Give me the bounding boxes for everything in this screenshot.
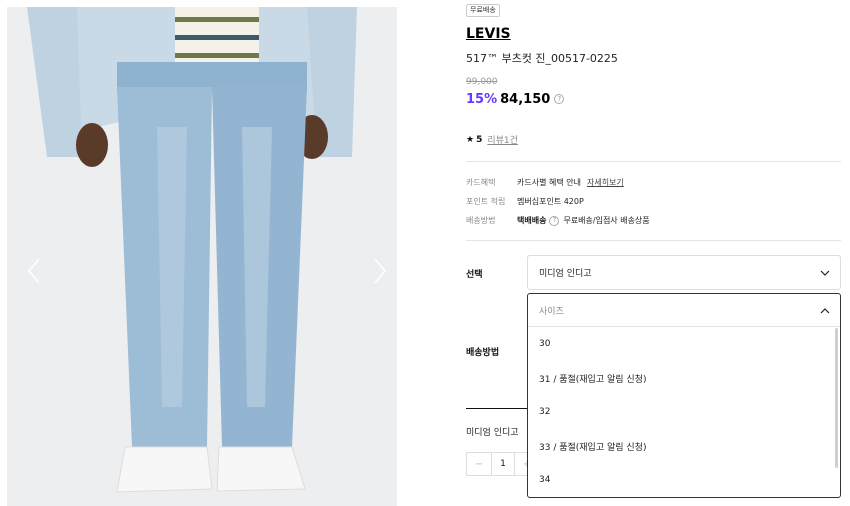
color-select-value: 미디엄 인디고 bbox=[539, 269, 592, 279]
dropdown-scrollbar[interactable] bbox=[835, 328, 838, 468]
size-option-list: 30 31 / 품절(재입고 알림 신청) 32 33 / 품절(재입고 알림 … bbox=[528, 327, 840, 497]
sale-price: 84,150 bbox=[500, 91, 551, 107]
meta-label: 카드혜택 bbox=[466, 178, 496, 187]
meta-value: 멤버십포인트 420P bbox=[517, 197, 584, 206]
product-image bbox=[7, 7, 397, 506]
selected-option-name: 미디엄 인디고 bbox=[466, 428, 519, 438]
size-option[interactable]: 31 / 품절(재입고 알림 신청) bbox=[528, 361, 840, 395]
discount-rate: 15% bbox=[466, 91, 498, 107]
free-shipping-badge: 무료배송 bbox=[466, 4, 500, 17]
star-icon: ★ bbox=[466, 134, 475, 145]
info-icon[interactable]: ? bbox=[549, 215, 560, 226]
meta-value: 무료배송/입점사 배송상품 bbox=[563, 216, 650, 225]
product-info: 무료배송 LEVIS 517™ 부츠컷 진_00517-0225 99,000 … bbox=[466, 0, 841, 506]
card-benefit-link[interactable]: 자세히보기 bbox=[587, 177, 624, 188]
info-icon[interactable]: ? bbox=[554, 94, 565, 104]
arrow-left-icon bbox=[28, 258, 40, 284]
card-benefit-row: 카드혜택 카드사별 혜택 안내 자세히보기 bbox=[466, 177, 624, 188]
rating: ★ 5 리뷰1건 bbox=[466, 133, 518, 147]
quantity-minus-button[interactable]: − bbox=[467, 453, 491, 475]
point-row: 포인트 적립 멤버십포인트 420P bbox=[466, 196, 584, 207]
option-label: 선택 bbox=[466, 270, 483, 280]
size-option[interactable]: 30 bbox=[528, 327, 840, 361]
size-select[interactable]: 사이즈 bbox=[528, 294, 840, 327]
chevron-up-icon bbox=[820, 308, 830, 314]
product-name: 517™ 부츠컷 진_00517-0225 bbox=[466, 52, 618, 65]
brand-link[interactable]: LEVIS bbox=[466, 26, 511, 42]
size-placeholder: 사이즈 bbox=[539, 306, 564, 317]
carousel-next-button[interactable] bbox=[367, 255, 391, 287]
meta-label: 배송방법 bbox=[466, 216, 496, 225]
carousel-prev-button[interactable] bbox=[23, 255, 47, 287]
size-dropdown[interactable]: 사이즈 30 31 / 품절(재입고 알림 신청) 32 33 / 품절(재입고… bbox=[527, 293, 841, 498]
meta-bold-value: 택배배송 bbox=[517, 216, 547, 225]
rating-score: 5 bbox=[476, 134, 483, 145]
size-option[interactable]: 32 bbox=[528, 395, 840, 429]
shipping-method-label: 배송방법 bbox=[466, 348, 500, 358]
price-row: 15% 84,150 ? bbox=[466, 91, 565, 107]
shipping-method-row: 배송방법 택배배송 ? 무료배송/입점사 배송상품 bbox=[466, 215, 650, 226]
quantity-value[interactable]: 1 bbox=[491, 453, 515, 475]
original-price: 99,000 bbox=[466, 77, 498, 87]
divider bbox=[466, 240, 841, 241]
chevron-down-icon bbox=[820, 270, 830, 276]
section-underline bbox=[466, 408, 528, 409]
divider bbox=[466, 161, 841, 162]
size-option[interactable]: 33 / 품절(재입고 알림 신청) bbox=[528, 429, 840, 463]
review-link[interactable]: 리뷰1건 bbox=[487, 133, 518, 146]
size-option[interactable]: 34 bbox=[528, 463, 840, 497]
meta-value: 카드사별 혜택 안내 bbox=[517, 178, 581, 187]
arrow-right-icon bbox=[374, 258, 386, 284]
meta-label: 포인트 적립 bbox=[466, 197, 506, 206]
color-select[interactable]: 미디엄 인디고 bbox=[527, 255, 841, 290]
jeans-photo bbox=[7, 7, 397, 506]
